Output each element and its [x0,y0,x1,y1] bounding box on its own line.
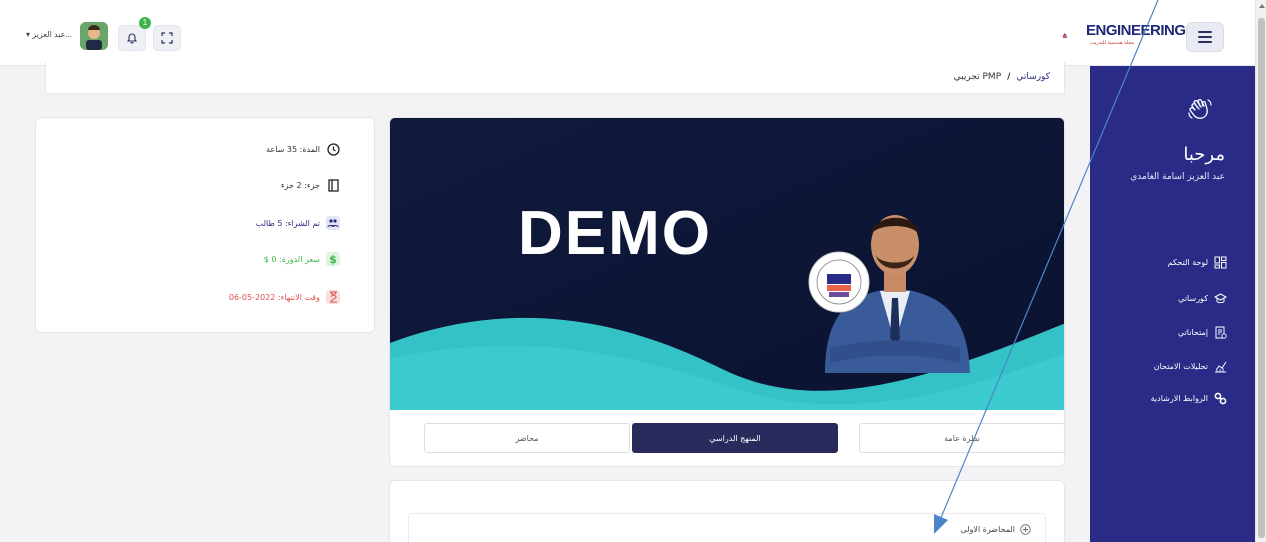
scroll-up-arrow-icon[interactable] [1259,4,1265,8]
lecture-label: المحاضرة الاولى [960,524,1031,535]
parts-text: جزء: 2 جزء [280,180,320,190]
graduation-cap-icon [1214,293,1227,304]
fullscreen-icon [161,32,173,44]
sidebar-item-label: كورساتي [1178,294,1208,303]
bell-icon [126,33,138,44]
lecture-title: المحاضرة الاولى [960,525,1015,534]
sidebar-item-dashboard[interactable]: لوحة التحكم [1168,256,1227,269]
user-menu[interactable]: ▾ عبد العزيز... [26,30,72,39]
breadcrumb-separator: / [1007,72,1011,82]
welcome-user-name: عبد العزيز اسامة الغامدي [1130,172,1225,182]
brand-name: ENGINEERING [1086,22,1186,39]
sidebar-item-label: تحليلات الامتحان [1153,362,1208,371]
hamburger-line [1198,41,1212,43]
duration-row: المدة: 35 ساعة [266,142,340,156]
hamburger-line [1198,36,1212,38]
menu-toggle-button[interactable] [1186,22,1224,52]
welcome-heading: مرحبا [1183,144,1225,165]
app-root: ENGINEERING مجلة هندسية للتدريب 1 ▾ عبد … [0,0,1266,542]
breadcrumb-trail: كورساتي / PMP تجريبي [954,72,1050,82]
price-text: سعر الدورة: 0 $ [263,254,320,264]
waving-hand-icon [1188,99,1212,119]
tab-curriculum[interactable]: المنهج الدراسي [632,423,838,453]
banner-title: DEMO [518,199,712,268]
tab-overview[interactable]: نظرة عامة [859,423,1064,453]
students-icon [326,216,340,230]
dashboard-icon [1214,256,1227,269]
duration-text: المدة: 35 ساعة [266,144,320,154]
parts-row: جزء: 2 جزء [281,178,340,192]
purchased-text: تم الشراء: 5 طالب [255,218,320,228]
sidebar-item-exam-analytics[interactable]: تحليلات الامتحان [1154,360,1227,373]
sidebar-item-my-exams[interactable]: إمتحاناتي [1178,326,1227,339]
breadcrumb: كورساتي / PMP تجريبي [45,62,1065,94]
course-card: DEMO نظرة عامة المنهج الدراسي محاضر [389,117,1065,467]
sidebar-item-label: إمتحاناتي [1177,328,1208,337]
expiry-text: وقت الانتهاء: 2022-05-06 [228,292,320,302]
course-info-card: المدة: 35 ساعة جزء: 2 جزء تم الشراء: 5 ط… [35,117,375,333]
book-icon [326,178,340,192]
sidebar-item-guidance-links[interactable]: الروابط الارشادية [1151,392,1227,405]
hourglass-icon [326,290,340,304]
exam-icon [1215,326,1227,339]
purchased-row: تم الشراء: 5 طالب [256,216,340,230]
clock-icon [326,142,340,156]
analytics-icon [1215,361,1227,373]
sidebar-item-my-courses[interactable]: كورساتي [1178,292,1227,305]
scrollbar-thumb[interactable] [1258,18,1265,538]
avatar[interactable] [80,22,108,50]
link-icon [1214,392,1227,405]
top-bar: ENGINEERING مجلة هندسية للتدريب 1 ▾ عبد … [0,0,1255,66]
curriculum-card: المحاضرة الاولى [389,480,1065,542]
brand-logo-icon[interactable] [1062,20,1088,50]
sidebar-item-label: لوحة التحكم [1167,258,1208,267]
notifications-button[interactable] [118,25,146,51]
notification-badge: 1 [139,17,151,29]
page-scrollbar[interactable] [1255,0,1266,542]
expiry-row: وقت الانتهاء: 2022-05-06 [229,290,340,304]
brand-subtitle: مجلة هندسية للتدريب [1090,40,1135,46]
fullscreen-button[interactable] [153,25,181,51]
plus-circle-icon[interactable] [1020,524,1031,535]
breadcrumb-current: PMP تجريبي [953,72,1002,82]
list-item[interactable]: المحاضرة الاولى [408,513,1046,542]
sidebar: مرحبا عبد العزيز اسامة الغامدي لوحة التح… [1090,66,1255,542]
dollar-icon: $ [326,252,340,266]
course-banner: DEMO [390,118,1064,410]
user-avatar-icon [80,22,108,50]
price-row: $ سعر الدورة: 0 $ [264,252,340,266]
chevron-down-icon: ▾ [26,30,31,39]
user-menu-label: عبد العزيز... [32,30,73,39]
breadcrumb-root[interactable]: كورساتي [1016,72,1050,82]
hamburger-line [1198,31,1212,33]
sidebar-item-label: الروابط الارشادية [1150,394,1208,403]
tab-instructor[interactable]: محاضر [424,423,630,453]
pmi-badge-icon [808,251,870,313]
